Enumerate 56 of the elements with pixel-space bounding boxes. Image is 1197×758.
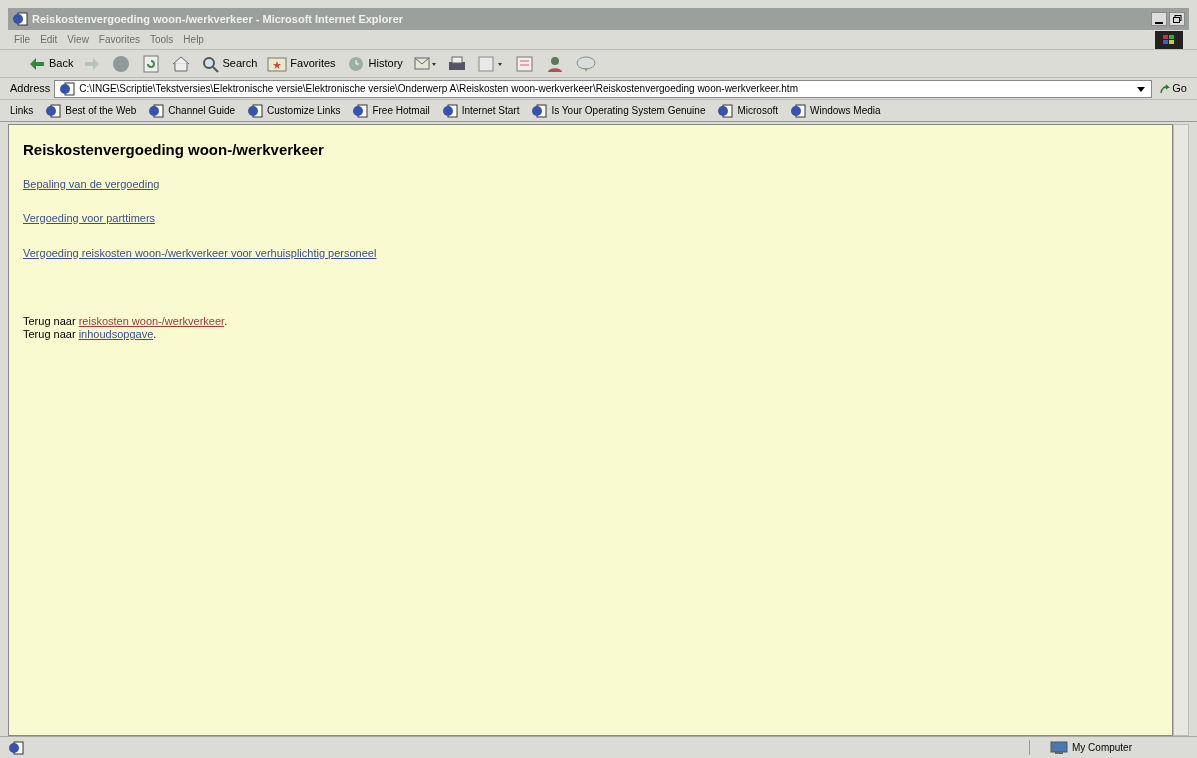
links-bar-item[interactable]: Channel Guide: [148, 103, 236, 118]
search-button[interactable]: Search: [201, 54, 258, 73]
chat-bubble-icon[interactable]: [574, 54, 597, 73]
links-bar-item[interactable]: Customize Links: [247, 103, 341, 118]
address-label: Address: [10, 81, 51, 97]
minimize-icon: [1155, 22, 1163, 25]
page-heading: Reiskostenvergoeding woon-/werkverkeer: [23, 140, 324, 160]
links-bar-item[interactable]: Best of the Web: [45, 103, 137, 118]
page-icon: [8, 740, 24, 755]
links-bar-item[interactable]: Is Your Operating System Genuine: [531, 103, 706, 118]
history-button[interactable]: History: [345, 54, 403, 73]
windows-flag-icon: [1163, 34, 1175, 45]
search-icon: [201, 54, 220, 73]
page-icon: [45, 103, 62, 118]
page-icon: [59, 81, 76, 96]
links-bar-item[interactable]: Internet Start: [441, 103, 520, 118]
address-text: C:\INGE\Scriptie\Tekstversies\Elektronische versie\Elektronische versie\Onderwerp A\Reiskosten woon-werkverkeer\Reiskostenvergoeding woon-werkverkeer.htm: [79, 82, 799, 96]
menu-item[interactable]: Help: [183, 32, 204, 47]
page-icon: [12, 12, 28, 26]
page-link[interactable]: Vergoeding reiskosten woon-/werkverkeer voor verhuisplichtig personeel: [23, 244, 377, 261]
printer-icon[interactable]: [446, 54, 467, 73]
links-bar-item[interactable]: Free Hotmail: [352, 103, 430, 118]
minimize-button[interactable]: [1151, 12, 1167, 26]
back-button[interactable]: Back: [28, 55, 74, 72]
menu-item[interactable]: File: [14, 32, 31, 47]
page-icon: [717, 103, 734, 118]
back-link-line: Terug naar reiskosten woon-/werkverkeer.: [23, 315, 228, 328]
back-link-line: Terug naar inhoudsopgave.: [23, 328, 158, 341]
page-link[interactable]: Vergoeding voor parttimers: [23, 210, 156, 227]
refresh-icon[interactable]: [141, 53, 162, 74]
links-bar-item[interactable]: Windows Media: [790, 103, 881, 118]
menu-item[interactable]: Favorites: [98, 32, 140, 47]
menu-item[interactable]: View: [67, 32, 89, 47]
links-label: Links: [10, 104, 34, 118]
mail-icon[interactable]: [412, 54, 437, 73]
favorites-button[interactable]: Favorites: [267, 55, 336, 72]
page-icon: [531, 103, 548, 118]
back-link[interactable]: reiskosten woon-/werkverkeer: [78, 315, 225, 327]
restore-icon: [1172, 15, 1182, 23]
restore-button[interactable]: [1169, 12, 1185, 26]
page-icon: [790, 103, 806, 118]
scrollbar[interactable]: [1173, 124, 1189, 736]
address-field[interactable]: C:\INGE\Scriptie\Tekstversies\Elektronische versie\Elektronische versie\Onderwerp A\Reiskosten woon-werkverkeer\Reiskostenvergoeding woon-werkverkeer.htm: [54, 79, 1153, 98]
page-icon: [352, 103, 369, 118]
page-icon: [441, 103, 458, 118]
page-link[interactable]: Bepaling van de vergoeding: [23, 175, 160, 192]
menu-item[interactable]: Tools: [150, 32, 174, 47]
links-bar-item[interactable]: Microsoft: [717, 103, 778, 118]
go-button[interactable]: Go: [1160, 80, 1187, 97]
computer-icon: [1050, 740, 1068, 755]
page-icon: [148, 103, 165, 118]
menu-item[interactable]: Edit: [40, 32, 58, 47]
go-arrow-icon: [1160, 83, 1171, 94]
window-title: Reiskostenvergoeding woon-/werkverkeer - Microsoft Internet Explorer: [32, 11, 404, 27]
page-icon: [247, 103, 264, 118]
zone-label: My Computer: [1072, 741, 1132, 755]
